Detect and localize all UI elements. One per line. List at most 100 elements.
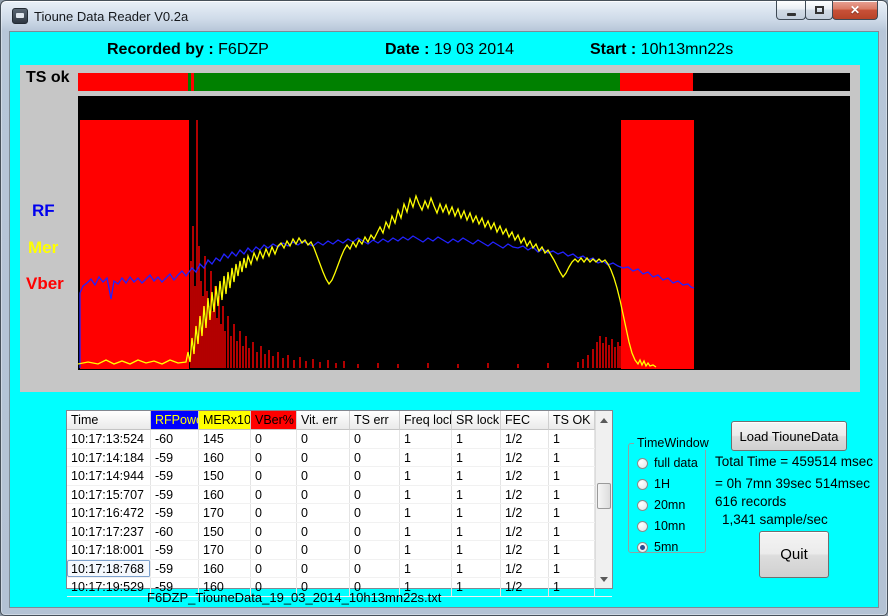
table-cell[interactable]: 1	[452, 430, 501, 448]
load-tioune-data-button[interactable]: Load TiouneData	[731, 421, 847, 451]
table-row[interactable]: 10:17:14:184-59160000111/21	[67, 449, 612, 468]
table-cell[interactable]: 0	[297, 430, 350, 448]
table-row[interactable]: 10:17:18:768-59160000111/21	[67, 560, 612, 579]
column-header-sr-lock[interactable]: SR lock	[452, 411, 501, 430]
table-cell[interactable]: 1	[400, 560, 452, 578]
table-cell[interactable]: 0	[297, 486, 350, 504]
table-cell[interactable]: -59	[151, 504, 199, 522]
table-cell[interactable]: 0	[297, 449, 350, 467]
table-row[interactable]: 10:17:16:472-59170000111/21	[67, 504, 612, 523]
table-cell[interactable]: 0	[297, 560, 350, 578]
table-cell[interactable]: 10:17:16:472	[67, 504, 151, 522]
table-cell[interactable]: -59	[151, 467, 199, 485]
table-cell[interactable]: 1	[549, 504, 595, 522]
table-cell[interactable]: 0	[350, 541, 400, 559]
table-cell[interactable]: 1/2	[501, 560, 549, 578]
table-cell[interactable]: 0	[297, 523, 350, 541]
table-cell[interactable]: 1	[549, 467, 595, 485]
column-header-vber[interactable]: VBer%	[251, 411, 297, 430]
scrollbar-down-button[interactable]	[596, 571, 612, 587]
table-row[interactable]: 10:17:17:237-60150000111/21	[67, 523, 612, 542]
table-cell[interactable]: 0	[350, 449, 400, 467]
table-cell[interactable]: 10:17:13:524	[67, 430, 151, 448]
table-cell[interactable]: 1/2	[501, 430, 549, 448]
table-cell[interactable]: 0	[251, 560, 297, 578]
table-cell[interactable]: 0	[297, 467, 350, 485]
table-cell[interactable]: 0	[251, 486, 297, 504]
table-cell[interactable]: 1	[452, 541, 501, 559]
table-cell[interactable]: 150	[199, 467, 251, 485]
table-cell[interactable]: 1	[549, 449, 595, 467]
table-cell[interactable]: 1	[400, 504, 452, 522]
table-cell[interactable]: 170	[199, 504, 251, 522]
table-cell[interactable]: -59	[151, 541, 199, 559]
table-row[interactable]: 10:17:13:524-60145000111/21	[67, 430, 612, 449]
column-header-freq-lock[interactable]: Freq lock	[400, 411, 452, 430]
table-cell[interactable]: 1/2	[501, 449, 549, 467]
table-cell[interactable]: 1	[452, 523, 501, 541]
table-cell[interactable]: 0	[251, 430, 297, 448]
table-cell[interactable]: 1/2	[501, 467, 549, 485]
time-window-option-1h[interactable]: 1H	[637, 477, 698, 491]
table-cell[interactable]: 1	[549, 541, 595, 559]
table-cell[interactable]: 0	[350, 467, 400, 485]
table-cell[interactable]: 1/2	[501, 504, 549, 522]
table-cell[interactable]: 150	[199, 523, 251, 541]
time-window-option-full-data[interactable]: full data	[637, 456, 698, 470]
app-icon[interactable]	[12, 8, 28, 24]
table-cell[interactable]: -59	[151, 560, 199, 578]
table-cell[interactable]: 1	[549, 523, 595, 541]
table-cell[interactable]: -59	[151, 486, 199, 504]
column-header-merx10[interactable]: MERx10	[199, 411, 251, 430]
title-bar[interactable]: Tioune Data Reader V0.2a ✕	[1, 1, 887, 31]
column-header-vit-err[interactable]: Vit. err	[297, 411, 350, 430]
table-cell[interactable]: 1/2	[501, 541, 549, 559]
table-cell[interactable]: -60	[151, 430, 199, 448]
column-header-rfpower[interactable]: RFPower	[151, 411, 199, 430]
table-cell[interactable]: 1	[452, 578, 501, 596]
table-cell[interactable]: 1	[400, 523, 452, 541]
quit-button[interactable]: Quit	[759, 531, 829, 578]
table-cell[interactable]: 0	[350, 430, 400, 448]
table-cell[interactable]: 160	[199, 560, 251, 578]
scrollbar-thumb[interactable]	[597, 483, 611, 509]
table-cell[interactable]: -60	[151, 523, 199, 541]
table-row[interactable]: 10:17:15:707-59160000111/21	[67, 486, 612, 505]
table-cell[interactable]: 0	[350, 486, 400, 504]
table-cell[interactable]: 1/2	[501, 486, 549, 504]
close-button[interactable]: ✕	[832, 1, 878, 20]
table-row[interactable]: 10:17:14:944-59150000111/21	[67, 467, 612, 486]
table-cell[interactable]: 10:17:14:944	[67, 467, 151, 485]
table-cell[interactable]: 0	[251, 467, 297, 485]
table-cell[interactable]: 10:17:17:237	[67, 523, 151, 541]
maximize-button[interactable]	[805, 1, 833, 20]
table-cell[interactable]: 10:17:14:184	[67, 449, 151, 467]
table-cell[interactable]: 0	[251, 449, 297, 467]
table-cell[interactable]: 1	[452, 504, 501, 522]
table-cell[interactable]: 1	[452, 560, 501, 578]
table-cell[interactable]: 1	[452, 486, 501, 504]
table-cell[interactable]: 160	[199, 486, 251, 504]
table-cell[interactable]: 1	[549, 560, 595, 578]
time-window-option-20mn[interactable]: 20mn	[637, 498, 698, 512]
table-cell[interactable]: 0	[350, 504, 400, 522]
table-cell[interactable]: 1/2	[501, 523, 549, 541]
table-cell[interactable]: 1	[400, 467, 452, 485]
table-cell[interactable]: 1	[452, 449, 501, 467]
table-cell[interactable]: 0	[251, 504, 297, 522]
table-cell[interactable]: 10:17:15:707	[67, 486, 151, 504]
table-cell[interactable]: 10:17:18:001	[67, 541, 151, 559]
table-cell[interactable]: 1/2	[501, 578, 549, 596]
table-cell[interactable]: 0	[350, 560, 400, 578]
table-cell[interactable]: 0	[297, 541, 350, 559]
table-cell[interactable]: 1	[400, 541, 452, 559]
minimize-button[interactable]	[776, 1, 806, 20]
table-cell[interactable]: 0	[350, 523, 400, 541]
column-header-ts-err[interactable]: TS err	[350, 411, 400, 430]
time-window-option-10mn[interactable]: 10mn	[637, 519, 698, 533]
table-cell[interactable]: 1	[549, 430, 595, 448]
table-scrollbar[interactable]	[595, 411, 612, 588]
table-cell[interactable]: 145	[199, 430, 251, 448]
table-cell[interactable]: 10:17:19:529	[67, 578, 151, 596]
table-cell[interactable]: 1	[549, 486, 595, 504]
